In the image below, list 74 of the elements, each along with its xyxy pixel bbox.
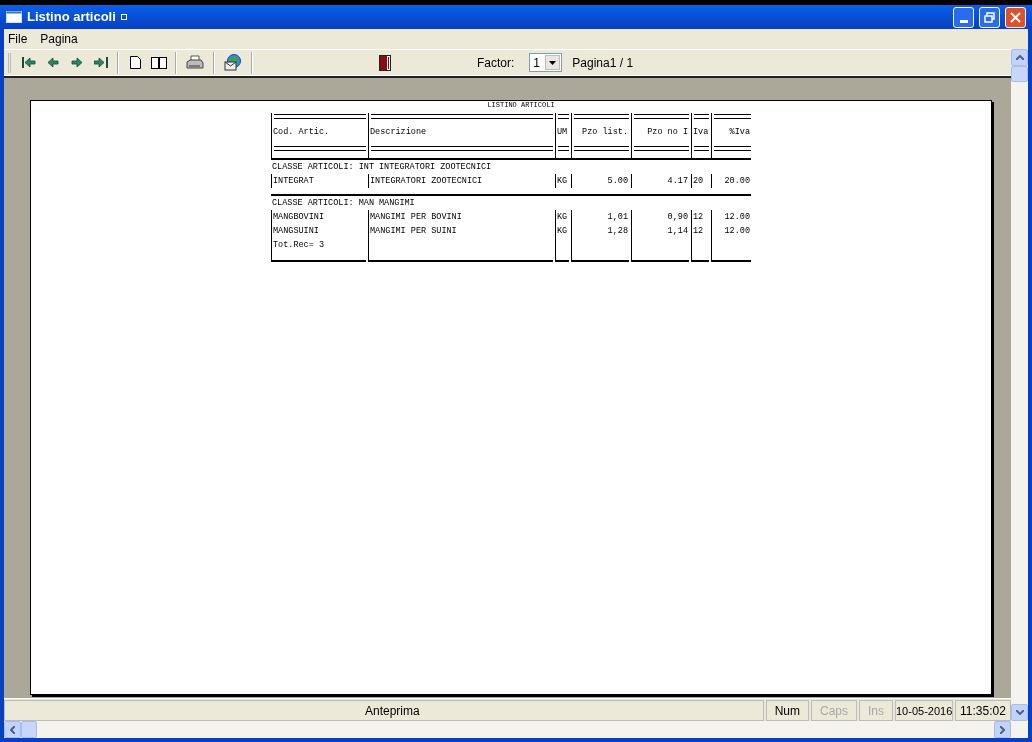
door-icon	[379, 54, 391, 71]
restore-button[interactable]	[979, 6, 1000, 28]
table-cell: 20	[691, 174, 709, 188]
column-header: Pzo list.	[581, 126, 629, 139]
scroll-down-button[interactable]	[1011, 704, 1028, 721]
scroll-thumb[interactable]	[1011, 66, 1028, 82]
table-cell: MANGSUINI	[271, 224, 366, 238]
restore-icon	[984, 11, 995, 23]
menu-item[interactable]: File	[8, 30, 28, 48]
factor-dropdown[interactable]: 1	[529, 53, 563, 72]
group-description: INTEGRATORI ZOOTECNICI	[378, 161, 492, 174]
table-cell: KG	[555, 224, 569, 238]
close-button[interactable]	[1005, 6, 1026, 28]
scroll-left-button[interactable]	[4, 721, 21, 738]
book-icon	[151, 56, 167, 69]
group-code: CLASSE ARTICOLI: MAN	[271, 197, 376, 210]
table-cell	[555, 238, 569, 262]
minimize-button[interactable]	[953, 6, 974, 28]
table-cell: 0,90	[631, 210, 689, 224]
first-page-icon	[22, 57, 36, 68]
column-header: UM	[556, 126, 569, 139]
window-icon	[6, 11, 22, 23]
close-icon	[1010, 11, 1021, 23]
table-cell: KG	[555, 174, 569, 188]
table-cell: 12	[691, 210, 709, 224]
column-header: Cod. Artic.	[272, 126, 331, 139]
table-cell: KG	[555, 210, 569, 224]
group-code: CLASSE ARTICOLI: INT	[271, 161, 376, 174]
globe-envelope-icon	[224, 54, 242, 71]
table-cell: MANGIMI PER BOVINI	[368, 210, 553, 224]
status-time: 11:35:02	[955, 699, 1011, 721]
table-cell: 5.00	[571, 174, 629, 188]
record-total: Tot.Rec= 3	[272, 240, 324, 250]
status-date: 10-05-2016	[895, 699, 953, 721]
group-description: MANGIMI	[378, 197, 415, 210]
left-arrow-icon	[47, 57, 59, 68]
table-cell: MANGIMI PER SUINI	[368, 224, 553, 238]
scroll-up-button[interactable]	[1011, 49, 1028, 66]
table-cell: 20.00	[711, 174, 751, 188]
status-indicator: Caps	[810, 699, 857, 721]
column-header: %Iva	[728, 126, 751, 139]
table-cell: 12.00	[711, 224, 751, 238]
last-page-icon	[94, 57, 108, 68]
table-cell	[631, 238, 689, 262]
status-indicator: Num	[765, 699, 809, 721]
dropdown-arrow-icon	[549, 60, 557, 65]
factor-label: Factor:	[477, 54, 515, 72]
table-cell: 12	[691, 224, 709, 238]
table-cell: INTEGRAT	[271, 174, 366, 188]
status-message: Anteprima	[4, 699, 764, 721]
menu-item[interactable]: Pagina	[40, 30, 78, 48]
page-indicator: Pagina1 / 1	[572, 54, 634, 72]
column-header: Pzo no I	[646, 126, 689, 139]
table-cell: 12.00	[711, 210, 751, 224]
table-cell: 1,01	[571, 210, 629, 224]
column-header: Iva	[692, 126, 709, 139]
table-cell	[711, 238, 751, 262]
table-cell: 4.17	[631, 174, 689, 188]
table-cell: INTEGRATORI ZOOTECNICI	[368, 174, 553, 188]
table-cell	[691, 238, 709, 262]
table-cell: 1,28	[571, 224, 629, 238]
table-cell: MANGBOVINI	[271, 210, 366, 224]
right-arrow-icon	[71, 57, 83, 68]
page-icon	[129, 56, 141, 69]
table-cell	[571, 238, 629, 262]
printer-icon	[186, 54, 204, 71]
status-indicator: Ins	[859, 699, 893, 721]
column-header: Descrizione	[369, 126, 428, 139]
table-cell: 1,14	[631, 224, 689, 238]
vertical-scrollbar[interactable]	[1011, 49, 1028, 721]
horizontal-scrollbar[interactable]	[4, 721, 1028, 738]
scroll-thumb[interactable]	[21, 721, 37, 738]
scroll-right-button[interactable]	[994, 721, 1011, 738]
window-title: Listino articoli	[27, 8, 116, 27]
